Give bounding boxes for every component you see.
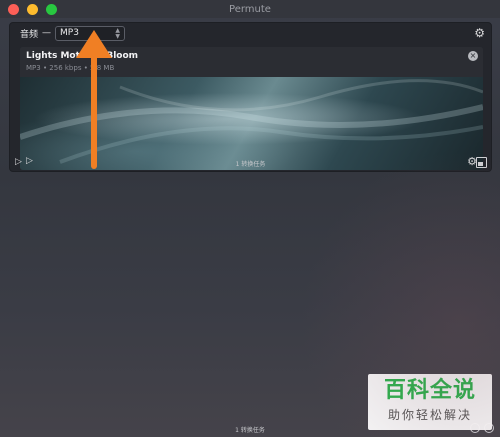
- file-name: Lights Motion – Bloom: [26, 51, 139, 61]
- media-category-label: 音频: [20, 29, 39, 40]
- zoom-window-button[interactable]: [46, 4, 57, 15]
- title-bar: Permute: [0, 0, 500, 18]
- watermark-subtitle: 助你轻松解决: [387, 408, 472, 422]
- play-icon[interactable]: ▷: [15, 157, 22, 167]
- gear-icon[interactable]: ⚙: [474, 26, 485, 40]
- file-info: Lights Motion – Bloom MP3 • 256 kbps • 5…: [20, 47, 483, 77]
- chevron-updown-icon: ▲ ▼: [115, 26, 121, 40]
- app-window: Permute 音频 — MP3 ▲ ▼ ⚙ Lights Motion – Bl…: [0, 0, 500, 437]
- window-controls: [8, 4, 57, 15]
- panel-footer: ▷ 1 转换任务: [10, 154, 491, 172]
- watermark-logo: 百科全说 助你轻松解决: [368, 374, 492, 430]
- panel-header: 音频 — MP3 ▲ ▼ ⚙: [10, 23, 491, 43]
- watermark-title: 百科全说: [383, 378, 476, 403]
- image-export-icon[interactable]: [476, 157, 487, 168]
- separator-dash: —: [42, 28, 52, 38]
- panel-task-count: 1 转换任务: [235, 160, 266, 168]
- minimize-window-button[interactable]: [27, 4, 38, 15]
- close-icon[interactable]: ×: [468, 51, 478, 61]
- conversion-panel: 音频 — MP3 ▲ ▼ ⚙ Lights Motion – Bloom MP3 …: [9, 22, 492, 172]
- format-select-value: MP3: [60, 28, 79, 38]
- status-task-count: 1 转换任务: [235, 426, 265, 434]
- file-meta: MP3 • 256 kbps • 5.8 MB: [26, 64, 115, 72]
- window-title: Permute: [229, 3, 271, 15]
- close-window-button[interactable]: [8, 4, 19, 15]
- file-card[interactable]: Lights Motion – Bloom MP3 • 256 kbps • 5…: [20, 47, 483, 170]
- output-format-select[interactable]: MP3 ▲ ▼: [55, 25, 126, 41]
